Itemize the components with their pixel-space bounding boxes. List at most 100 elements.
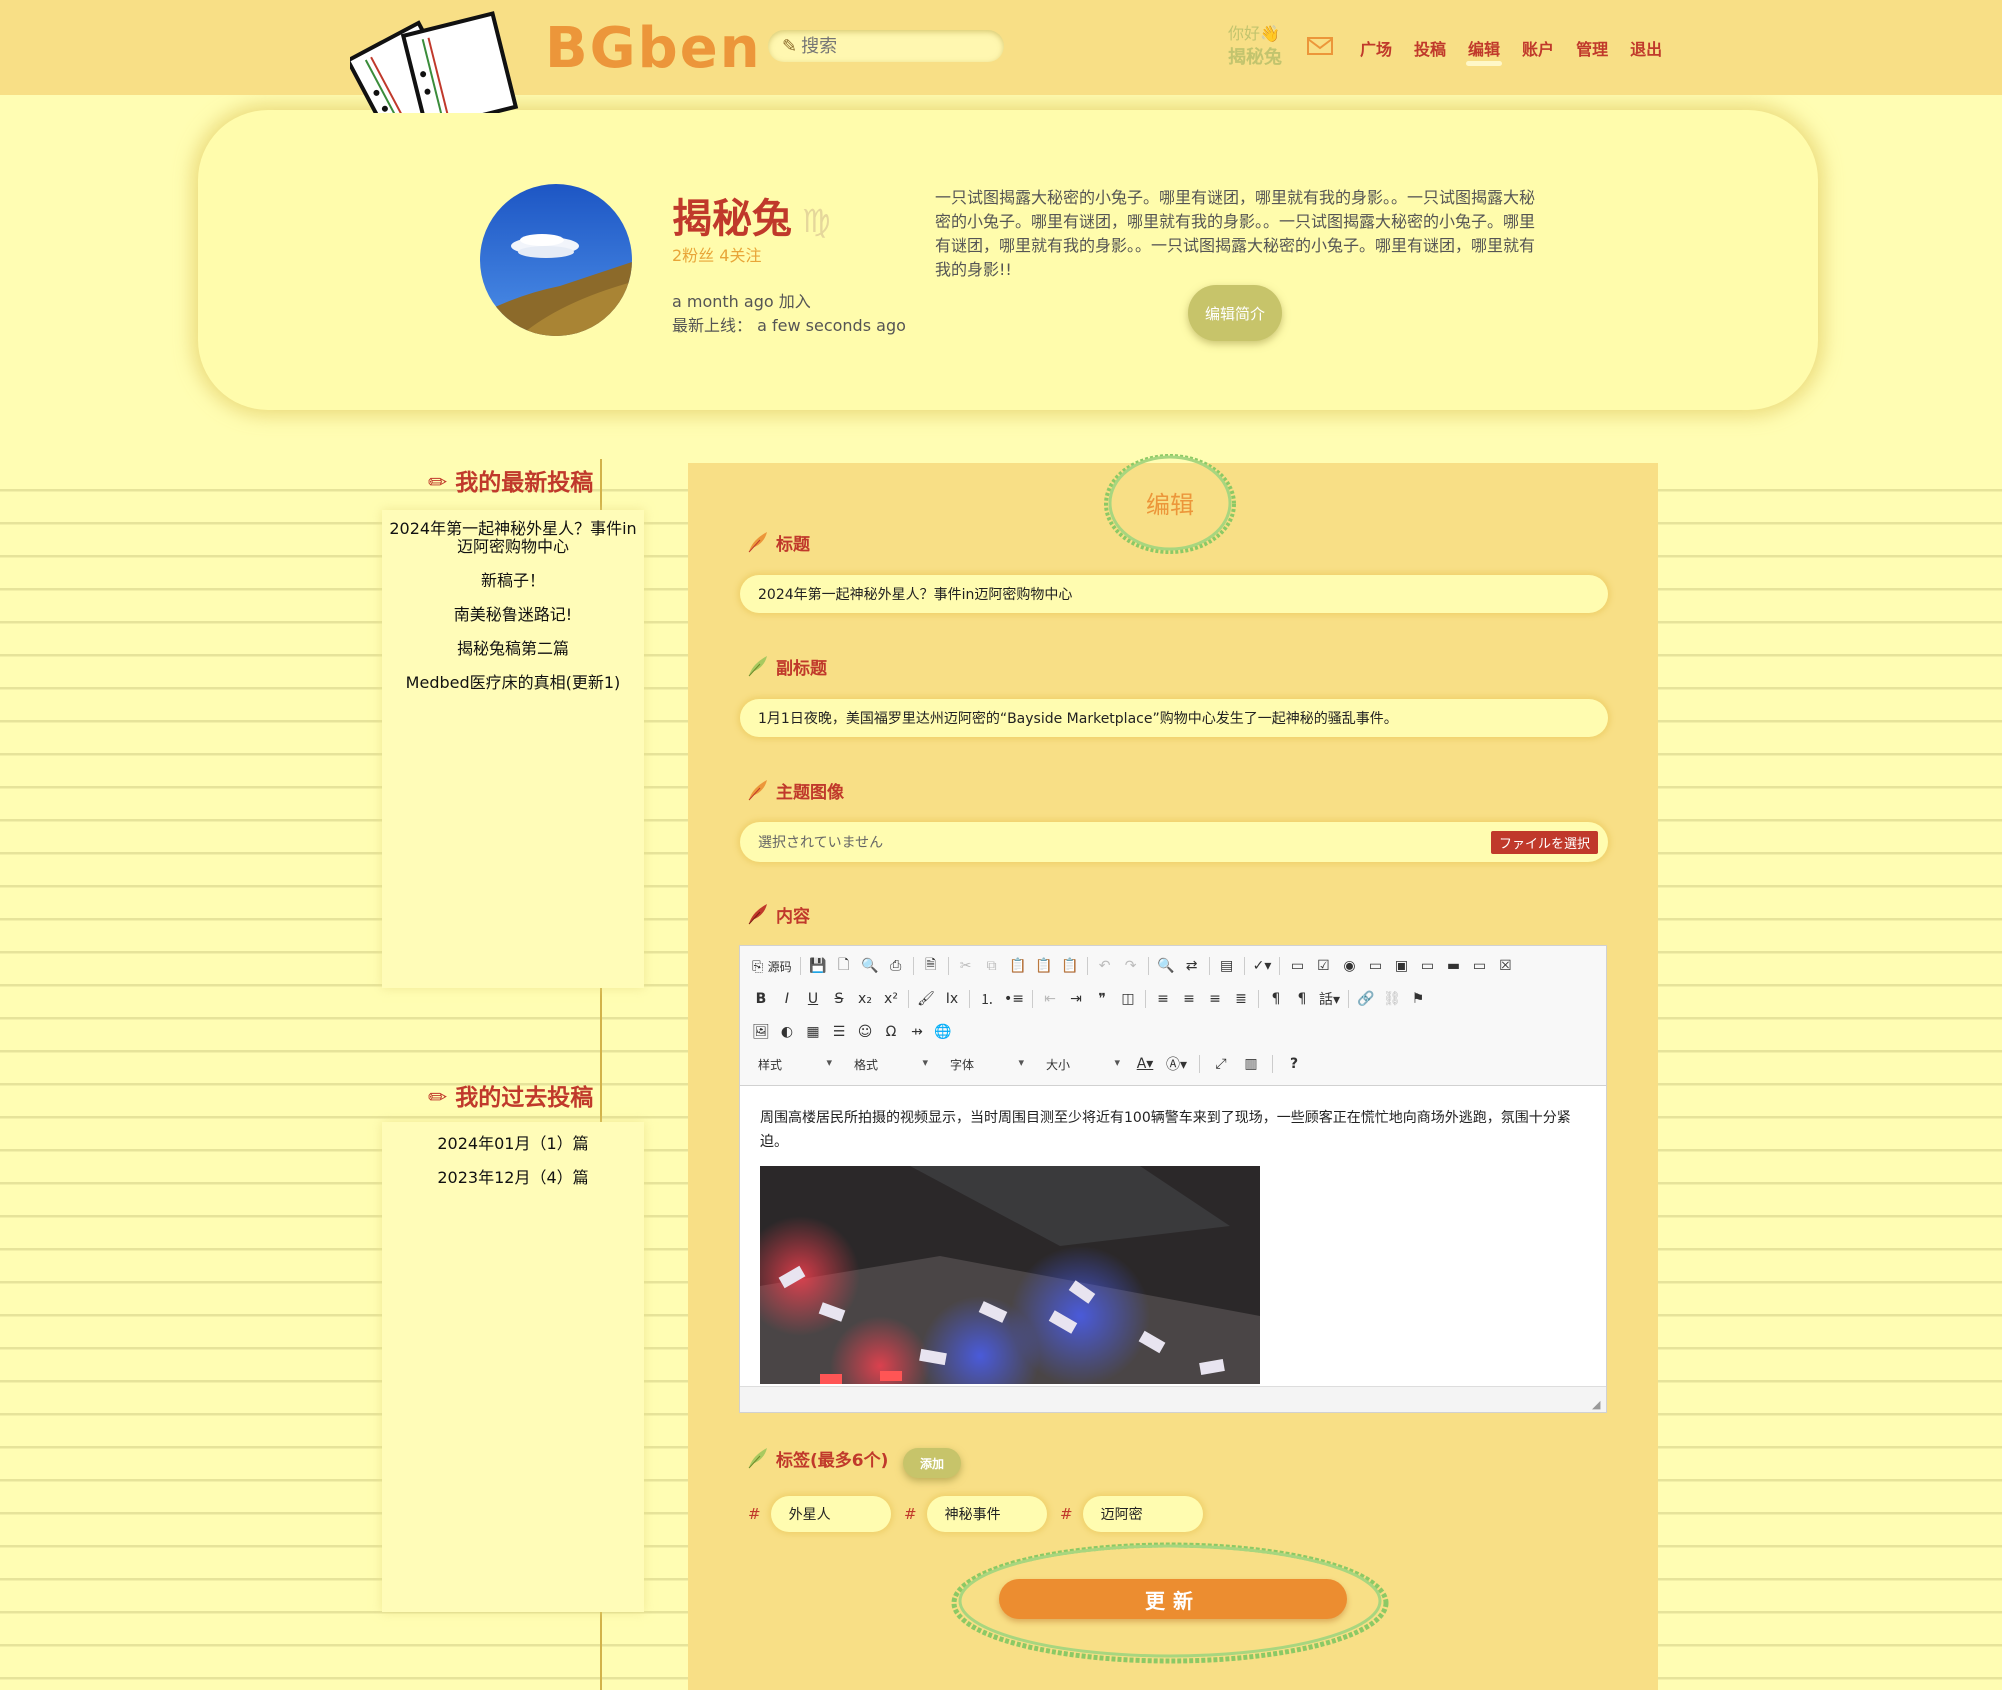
latest-post-item[interactable]: 2024年第一起神秘外星人？事件in迈阿密购物中心 <box>382 520 644 556</box>
superscript-icon[interactable]: x² <box>882 991 900 1007</box>
nav-submit[interactable]: 投稿 <box>1414 36 1446 60</box>
greeting-username[interactable]: 揭秘兔 <box>1228 46 1282 70</box>
past-post-month[interactable]: 2024年01月（1）篇 <box>382 1135 644 1153</box>
latest-post-item[interactable]: Medbed医疗床的真相(更新1) <box>382 674 644 692</box>
content-image[interactable] <box>760 1166 1260 1384</box>
align-right-icon[interactable]: ≡ <box>1206 991 1224 1007</box>
nav-account[interactable]: 账户 <box>1522 36 1554 60</box>
nav-logout[interactable]: 退出 <box>1630 36 1662 60</box>
subtitle-field[interactable]: 1月1日夜晚，美国福罗里达州迈阿密的“Bayside Marketplace”购… <box>740 699 1608 737</box>
rich-text-editor[interactable]: ⎘ 源码 💾 🗋 🔍 ⎙ 🗎 ✂ ⧉ 📋 📋 📋 ↶ ↷ 🔍 ⇄ ▤ ✓▾ ▭ … <box>739 945 1607 1413</box>
button-icon[interactable]: ▬ <box>1444 958 1462 974</box>
copy-icon[interactable]: ⧉ <box>983 958 1001 974</box>
title-field[interactable]: 2024年第一起神秘外星人？事件in迈阿密购物中心 <box>740 575 1608 613</box>
add-tag-button[interactable]: 添加 <box>903 1448 961 1478</box>
div-icon[interactable]: ◫ <box>1119 991 1137 1007</box>
maximize-icon[interactable]: ⤢ <box>1212 1056 1230 1072</box>
outdent-icon[interactable]: ⇤ <box>1041 991 1059 1007</box>
tag-input[interactable]: 神秘事件 <box>926 1496 1047 1532</box>
form-icon[interactable]: ▭ <box>1288 958 1306 974</box>
paste-word-icon[interactable]: 📋 <box>1061 958 1079 974</box>
rtl-icon[interactable]: ¶ <box>1293 991 1311 1007</box>
image-icon[interactable]: 🖼 <box>752 1024 770 1040</box>
align-center-icon[interactable]: ≡ <box>1180 991 1198 1007</box>
radio-icon[interactable]: ◉ <box>1340 958 1358 974</box>
spellcheck-icon[interactable]: ✓▾ <box>1253 958 1272 974</box>
nav-plaza[interactable]: 广场 <box>1360 36 1392 60</box>
resize-handle-icon[interactable]: ◢ <box>1592 1398 1604 1411</box>
nav-edit[interactable]: 编辑 <box>1466 36 1503 66</box>
templates-icon[interactable]: 🗎 <box>922 954 940 978</box>
checkbox-icon[interactable]: ☑ <box>1314 958 1332 974</box>
paste-text-icon[interactable]: 📋 <box>1035 958 1053 974</box>
size-dropdown[interactable]: 大小 <box>1040 1056 1124 1073</box>
font-dropdown[interactable]: 字体 <box>944 1056 1028 1073</box>
strike-icon[interactable]: S <box>830 991 848 1007</box>
underline-icon[interactable]: U <box>804 991 822 1007</box>
bulleted-list-icon[interactable]: •≡ <box>1004 991 1024 1007</box>
smiley-icon[interactable]: ☺ <box>856 1024 874 1040</box>
image-button-icon[interactable]: ▭ <box>1470 958 1488 974</box>
italic-icon[interactable]: I <box>778 991 796 1007</box>
nav-admin[interactable]: 管理 <box>1576 36 1608 60</box>
find-icon[interactable]: 🔍 <box>1157 958 1175 974</box>
select-icon[interactable]: ▭ <box>1418 958 1436 974</box>
special-char-icon[interactable]: Ω <box>882 1024 900 1040</box>
table-icon[interactable]: ▦ <box>804 1024 822 1040</box>
numbered-list-icon[interactable]: ⒈ <box>978 989 996 1009</box>
tag-input[interactable]: 外星人 <box>770 1496 891 1532</box>
update-button[interactable]: 更新 <box>999 1579 1347 1619</box>
link-icon[interactable]: 🔗 <box>1357 991 1375 1007</box>
search-input[interactable] <box>801 35 982 57</box>
show-blocks-icon[interactable]: ▥ <box>1242 1056 1260 1072</box>
copy-format-icon[interactable]: 🖌 <box>917 991 935 1007</box>
edit-bio-button[interactable]: 编辑简介 <box>1188 285 1282 341</box>
logo-cards-icon[interactable] <box>350 5 540 113</box>
language-icon[interactable]: 話▾ <box>1319 989 1340 1009</box>
anchor-icon[interactable]: ⚑ <box>1409 991 1427 1007</box>
save-icon[interactable]: 💾 <box>809 958 827 974</box>
styles-dropdown[interactable]: 样式 <box>752 1056 836 1073</box>
ltr-icon[interactable]: ¶ <box>1267 991 1285 1007</box>
align-left-icon[interactable]: ≡ <box>1154 991 1172 1007</box>
image-file-field[interactable]: 選択されていません ファイルを選択 <box>740 822 1608 862</box>
indent-icon[interactable]: ⇥ <box>1067 991 1085 1007</box>
text-color-icon[interactable]: A▾ <box>1136 1056 1154 1072</box>
print-icon[interactable]: ⎙ <box>887 958 905 974</box>
replace-icon[interactable]: ⇄ <box>1183 958 1201 974</box>
justify-icon[interactable]: ≣ <box>1232 991 1250 1007</box>
avatar[interactable] <box>480 184 632 336</box>
subscript-icon[interactable]: x₂ <box>856 991 874 1007</box>
flash-icon[interactable]: ◐ <box>778 1024 796 1040</box>
editor-content[interactable]: 周围高楼居民所拍摄的视频显示，当时周围目测至少将近有100辆警车来到了现场，一些… <box>740 1086 1606 1384</box>
source-button[interactable]: ⎘ 源码 <box>752 958 792 975</box>
unlink-icon[interactable]: ⛓ <box>1383 991 1401 1007</box>
profile-stats[interactable]: 2粉丝 4关注 <box>672 242 761 266</box>
redo-icon[interactable]: ↷ <box>1122 958 1140 974</box>
search-box[interactable]: ✎ <box>768 30 1004 62</box>
past-post-month[interactable]: 2023年12月（4）篇 <box>382 1169 644 1187</box>
site-logo[interactable]: BGben <box>545 16 762 81</box>
select-all-icon[interactable]: ▤ <box>1218 958 1236 974</box>
format-dropdown[interactable]: 格式 <box>848 1056 932 1073</box>
latest-post-item[interactable]: 新稿子！ <box>382 572 644 590</box>
paste-icon[interactable]: 📋 <box>1009 958 1027 974</box>
bg-color-icon[interactable]: Ⓐ▾ <box>1166 1054 1187 1074</box>
choose-file-button[interactable]: ファイルを選択 <box>1490 831 1598 854</box>
textfield-icon[interactable]: ▭ <box>1366 958 1384 974</box>
textarea-icon[interactable]: ▣ <box>1392 958 1410 974</box>
page-break-icon[interactable]: ⇸ <box>908 1024 926 1040</box>
remove-format-icon[interactable]: Ix <box>943 991 961 1007</box>
cut-icon[interactable]: ✂ <box>957 958 975 974</box>
bold-icon[interactable]: B <box>752 991 770 1007</box>
latest-post-item[interactable]: 南美秘鲁迷路记! <box>382 606 644 624</box>
envelope-icon[interactable] <box>1306 36 1334 56</box>
undo-icon[interactable]: ↶ <box>1096 958 1114 974</box>
iframe-icon[interactable]: 🌐 <box>934 1024 952 1040</box>
preview-icon[interactable]: 🔍 <box>861 958 879 974</box>
hidden-field-icon[interactable]: ☒ <box>1496 958 1514 974</box>
help-icon[interactable]: ? <box>1285 1056 1303 1072</box>
new-page-icon[interactable]: 🗋 <box>835 954 853 978</box>
tag-input[interactable]: 迈阿密 <box>1082 1496 1203 1532</box>
blockquote-icon[interactable]: ❞ <box>1093 991 1111 1007</box>
